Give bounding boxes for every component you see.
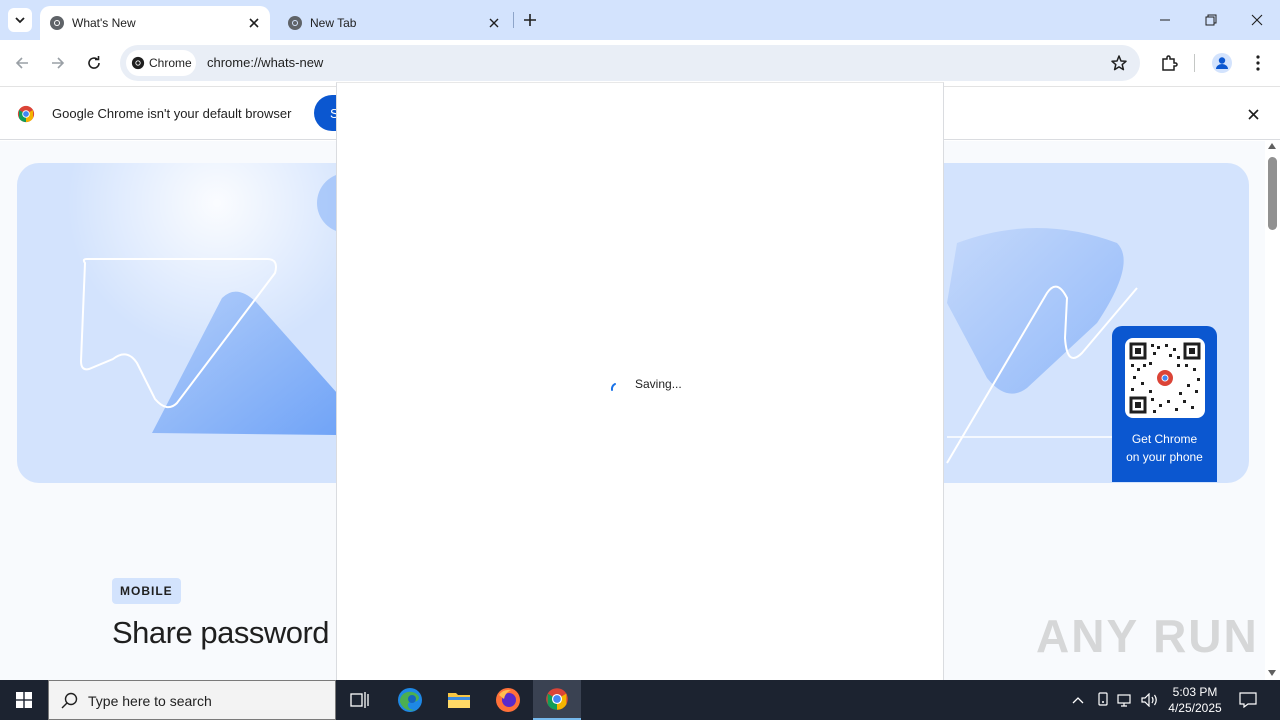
arrow-right-icon [52, 57, 65, 69]
infobar-message: Google Chrome isn't your default browser [52, 106, 292, 121]
extensions-button[interactable] [1157, 51, 1181, 75]
close-icon [489, 18, 499, 28]
scroll-thumb[interactable] [1268, 157, 1277, 230]
edge-icon [398, 688, 422, 712]
more-vert-icon [1256, 55, 1260, 71]
taskbar-clock[interactable]: 5:03 PM 4/25/2025 [1160, 684, 1230, 716]
menu-button[interactable] [1246, 51, 1270, 75]
edge-taskbar-button[interactable] [386, 680, 434, 720]
tab-title: What's New [72, 16, 136, 30]
toolbar: Chrome chrome://whats-new [0, 40, 1280, 86]
new-tab-button[interactable] [520, 10, 540, 30]
qr-caption-line2: on your phone [1126, 450, 1203, 464]
close-icon [1251, 14, 1263, 26]
clock-time: 5:03 PM [1172, 685, 1218, 699]
tray-device-icon[interactable] [1093, 690, 1113, 710]
puzzle-icon [1162, 55, 1178, 71]
category-badge: MOBILE [112, 578, 181, 604]
clock-date: 4/25/2025 [1168, 701, 1222, 715]
tab-whats-new[interactable]: What's New [40, 6, 270, 40]
close-icon [249, 18, 259, 28]
minimize-button[interactable] [1142, 0, 1188, 40]
tab-search-button[interactable] [8, 8, 32, 32]
show-hidden-icons-button[interactable] [1068, 690, 1088, 710]
url-text[interactable]: chrome://whats-new [207, 55, 323, 70]
restore-icon [1205, 14, 1217, 26]
site-info-chip[interactable]: Chrome [126, 50, 196, 76]
qr-card[interactable]: Get Chrome on your phone [1112, 326, 1217, 482]
minimize-icon [1160, 19, 1170, 21]
bookmark-star-icon[interactable] [1110, 54, 1128, 72]
chrome-favicon-icon [50, 16, 64, 30]
feature-heading: Share password [112, 615, 330, 650]
anyrun-watermark: ANY RUN [1036, 610, 1259, 662]
tab-close-button[interactable] [246, 15, 262, 31]
loading-spinner-icon [610, 383, 616, 391]
qr-code-image [1129, 342, 1201, 414]
omnibox[interactable]: Chrome chrome://whats-new [120, 45, 1140, 81]
tab-separator [513, 12, 514, 28]
notification-center-button[interactable] [1236, 689, 1260, 711]
chrome-logo-icon [17, 105, 35, 123]
windows-taskbar: Type here to search 5:03 PM 4/25/2025 [0, 680, 1280, 720]
taskbar-search-box[interactable]: Type here to search [48, 680, 336, 720]
qr-code [1125, 338, 1205, 418]
plus-icon [524, 14, 536, 26]
close-icon [1247, 108, 1259, 120]
qr-caption-line1: Get Chrome [1131, 432, 1198, 446]
tray-volume-icon[interactable] [1140, 690, 1160, 710]
vertical-scrollbar[interactable] [1265, 141, 1280, 680]
chevron-up-icon [1072, 697, 1084, 704]
arrow-left-icon [15, 57, 28, 69]
chip-label: Chrome [149, 56, 192, 70]
qr-caption: Get Chrome on your phone [1112, 430, 1217, 466]
task-view-button[interactable] [336, 680, 384, 720]
save-dialog: Saving... [336, 82, 944, 680]
windows-logo-icon [16, 692, 32, 708]
folder-icon [448, 693, 470, 708]
scroll-up-arrow[interactable] [1268, 143, 1276, 149]
chrome-logo-icon [546, 688, 568, 710]
file-explorer-button[interactable] [435, 680, 483, 720]
volume-icon [1141, 693, 1157, 707]
tab-close-button[interactable] [486, 15, 502, 31]
chrome-taskbar-button[interactable] [533, 680, 581, 720]
search-placeholder: Type here to search [88, 693, 212, 709]
saving-status: Saving... [635, 377, 682, 391]
back-button[interactable] [10, 51, 34, 75]
firefox-taskbar-button[interactable] [484, 680, 532, 720]
reload-icon [88, 56, 100, 69]
tab-title: New Tab [310, 16, 357, 30]
forward-button[interactable] [46, 51, 70, 75]
start-button[interactable] [0, 680, 48, 720]
infobar-close-button[interactable] [1244, 105, 1262, 123]
tab-new-tab[interactable]: New Tab [278, 6, 510, 40]
device-icon [1098, 692, 1108, 706]
task-view-icon [350, 692, 369, 708]
profile-icon [1212, 53, 1232, 73]
tray-network-icon[interactable] [1116, 690, 1136, 710]
reload-button[interactable] [82, 51, 106, 75]
window-close-button[interactable] [1234, 0, 1280, 40]
search-icon [61, 692, 78, 709]
scroll-down-arrow[interactable] [1268, 670, 1276, 676]
toolbar-separator [1194, 54, 1195, 72]
profile-button[interactable] [1210, 51, 1234, 75]
chrome-logo-icon [131, 56, 145, 70]
chrome-favicon-icon [288, 16, 302, 30]
tab-strip: What's New New Tab [0, 0, 1280, 40]
restore-button[interactable] [1188, 0, 1234, 40]
notification-icon [1239, 692, 1257, 708]
firefox-icon [496, 688, 520, 712]
chevron-down-icon [15, 17, 25, 24]
network-icon [1117, 694, 1131, 707]
